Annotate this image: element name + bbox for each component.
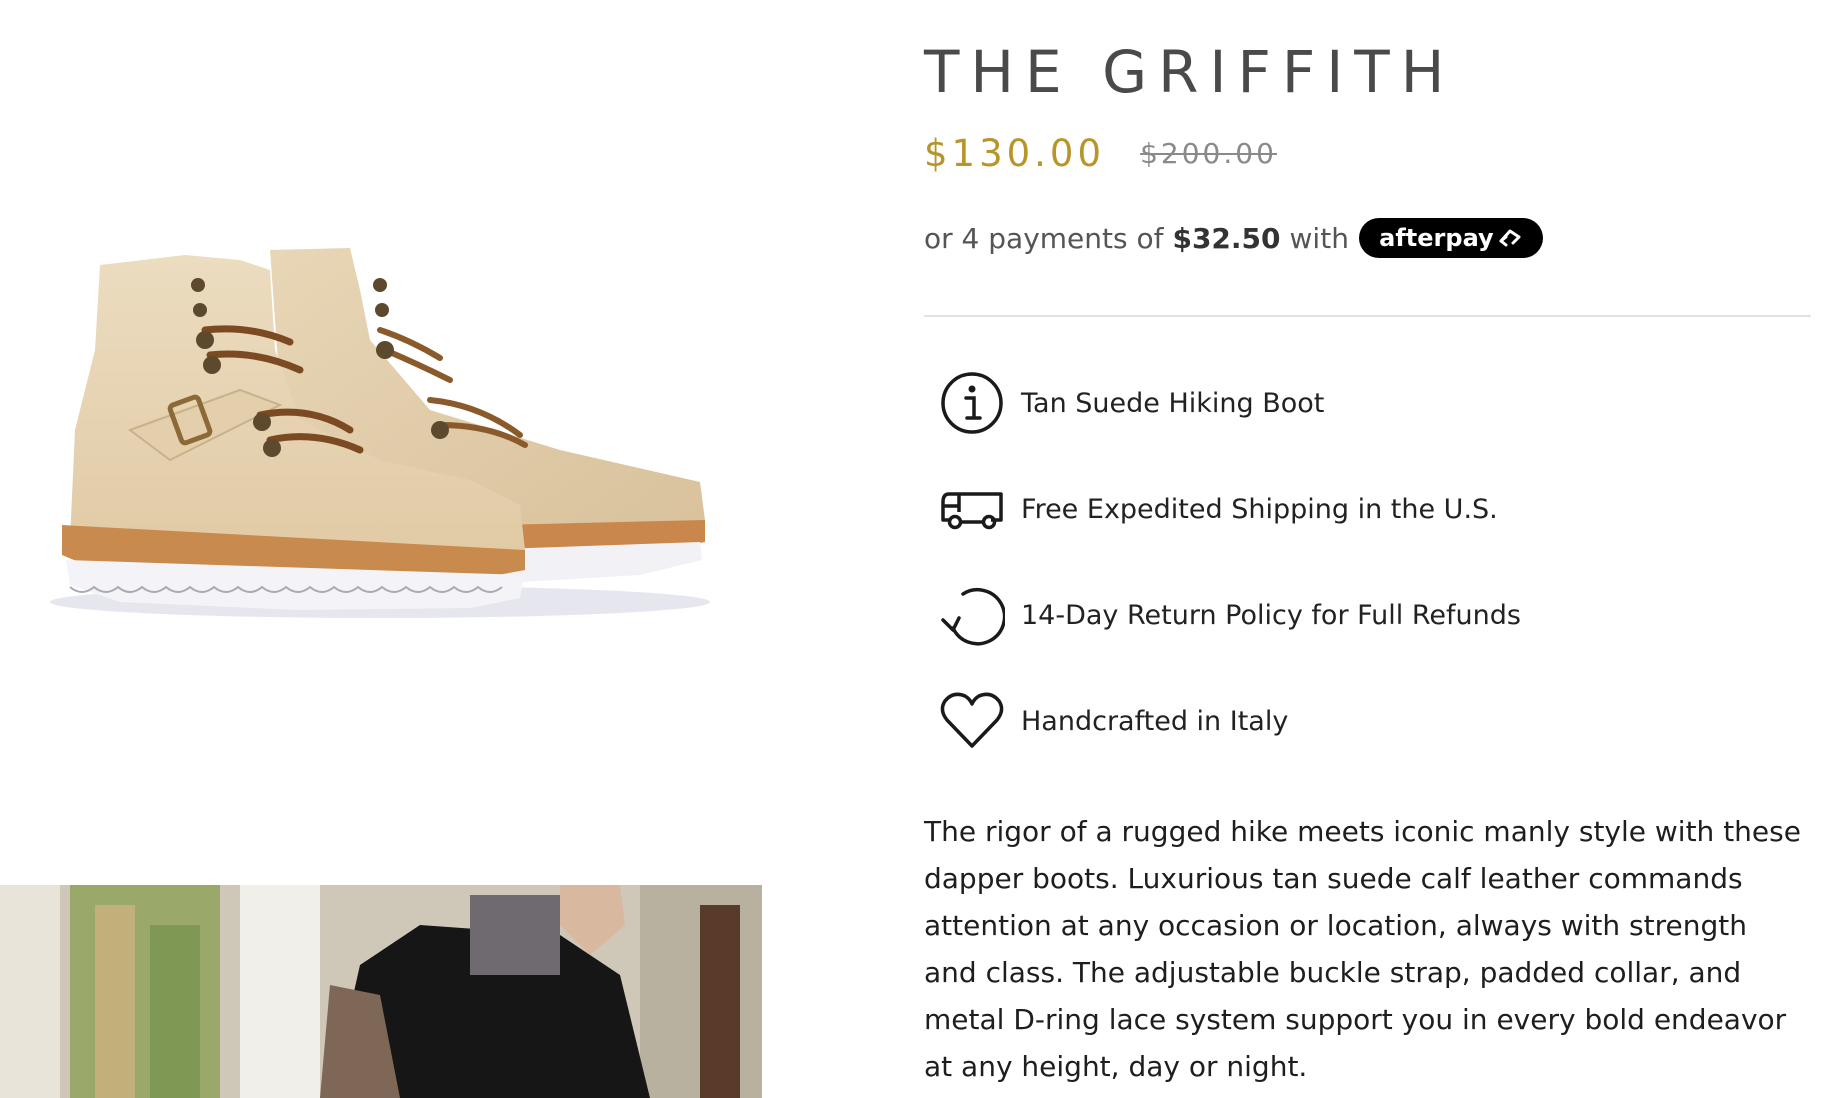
feature-list: Tan Suede Hiking Boot Free Expedited Shi…	[939, 370, 1809, 794]
feature-label: Free Expedited Shipping in the U.S.	[1021, 494, 1498, 525]
product-description: The rigor of a rugged hike meets iconic …	[924, 815, 1801, 1083]
feature-label: Handcrafted in Italy	[1021, 706, 1289, 737]
heart-icon	[940, 692, 1004, 748]
feature-item: Tan Suede Hiking Boot	[939, 370, 1809, 476]
price-row: $130.00 $200.00	[924, 132, 1277, 175]
feature-label: 14-Day Return Policy for Full Refunds	[1021, 600, 1521, 631]
afterpay-arrows-icon	[1499, 229, 1521, 247]
feature-item: Free Expedited Shipping in the U.S.	[939, 476, 1809, 582]
afterpay-prefix: or 4 payments of	[924, 221, 1164, 255]
afterpay-brand: afterpay	[1379, 224, 1494, 252]
feature-label: Tan Suede Hiking Boot	[1021, 388, 1325, 419]
feature-item: Handcrafted in Italy	[939, 688, 1809, 794]
product-title: THE GRIFFITH	[924, 38, 1456, 106]
product-image-boots[interactable]	[0, 230, 720, 630]
feature-item: 14-Day Return Policy for Full Refunds	[939, 582, 1809, 688]
truck-icon	[941, 492, 1003, 530]
afterpay-badge[interactable]: afterpay	[1358, 218, 1543, 258]
return-icon	[941, 588, 1005, 646]
product-lifestyle-photo[interactable]	[0, 885, 762, 1098]
product-page: THE GRIFFITH $130.00 $200.00 or 4 paymen…	[0, 0, 1824, 1098]
afterpay-amount: $32.50	[1172, 221, 1281, 255]
divider	[924, 315, 1811, 317]
afterpay-suffix: with	[1289, 221, 1349, 255]
sale-price: $130.00	[924, 132, 1106, 175]
product-gallery	[0, 0, 762, 1098]
original-price: $200.00	[1140, 137, 1277, 170]
afterpay-installments: or 4 payments of $32.50 with afterpay	[924, 218, 1543, 258]
info-icon	[941, 372, 1003, 434]
